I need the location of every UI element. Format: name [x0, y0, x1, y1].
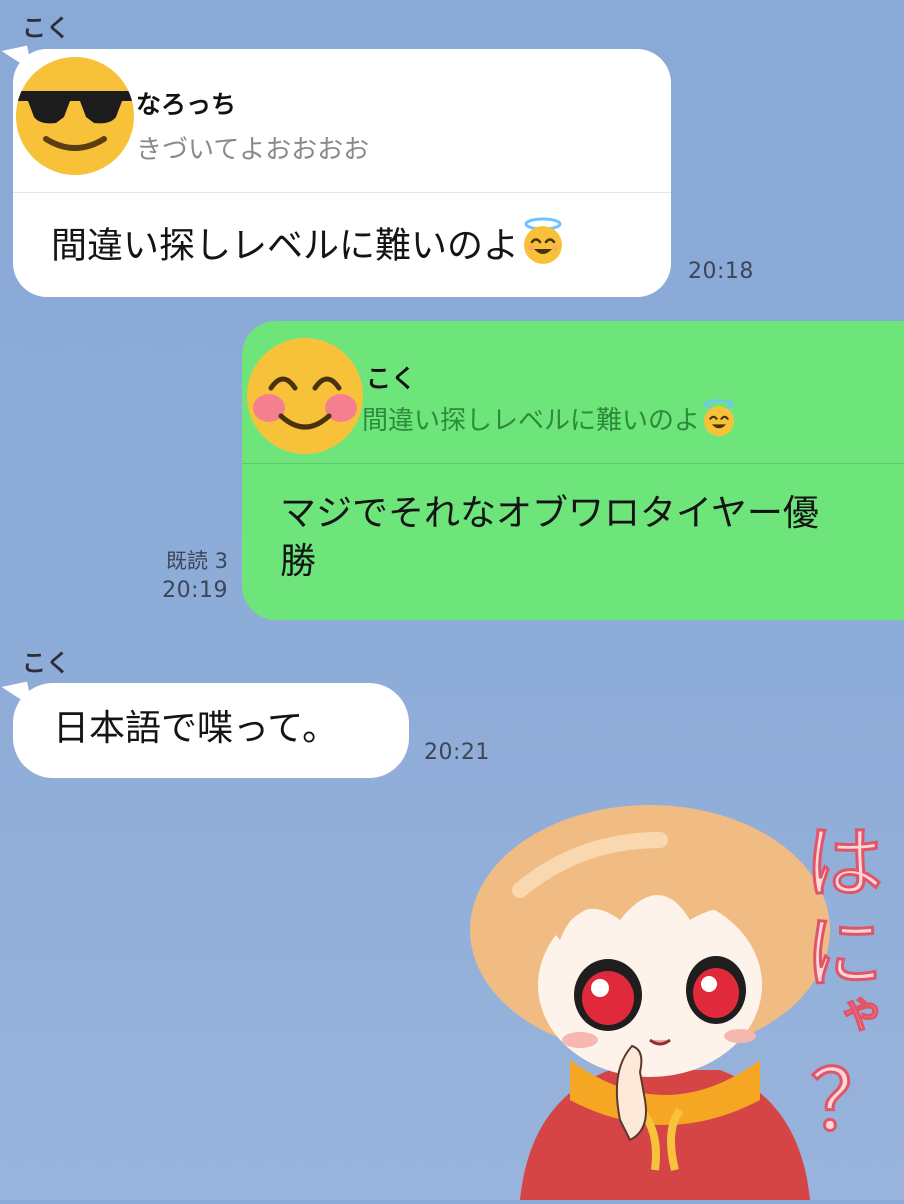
anime-girl-sticker-icon: は に ゃ ？	[470, 805, 896, 1200]
smiling-halo-emoji-icon	[700, 399, 738, 444]
smiling-halo-emoji-icon	[519, 217, 567, 278]
quoted-avatar	[16, 57, 134, 175]
incoming-reply-bubble[interactable]: なろっち きづいてよおおおお 間違い探しレベルに難いのよ	[13, 49, 671, 297]
outgoing-reply-bubble[interactable]: こく 間違い探しレベルに難いのよ マジでそれなオブワロタイヤー優 勝	[242, 321, 904, 620]
message-text: マジでそれなオブワロタイヤー優 勝	[280, 490, 904, 586]
message-time: 20:21	[424, 740, 490, 765]
sticker-char-4: ？	[810, 1052, 894, 1150]
quoted-avatar	[247, 338, 363, 454]
read-receipt: 既読 3 20:19	[130, 546, 228, 606]
message-line-1: マジでそれなオブワロタイヤー優	[280, 493, 819, 534]
message-body: 間違い探しレベルに難いのよ	[51, 225, 520, 267]
message-time: 20:18	[688, 259, 754, 284]
quoted-message-text: 間違い探しレベルに難いのよ	[362, 399, 738, 444]
quoted-message-body: 間違い探しレベルに難いのよ	[362, 406, 701, 436]
quoted-sender-name: なろっち	[136, 90, 237, 119]
blushing-smile-emoji-icon	[247, 338, 363, 454]
message-text: 日本語で喋って。	[53, 708, 339, 749]
sender-name: こく	[22, 649, 70, 677]
sticker-char-3: ゃ	[840, 986, 884, 1037]
quoted-sender-name: こく	[366, 364, 417, 393]
reply-quote[interactable]: こく 間違い探しレベルに難いのよ	[242, 321, 904, 464]
message-time: 20:19	[162, 578, 228, 603]
incoming-message-bubble[interactable]: 日本語で喋って。	[13, 683, 409, 778]
message-line-2: 勝	[280, 541, 317, 582]
sticker[interactable]: は に ゃ ？	[460, 800, 904, 1200]
message-text: 間違い探しレベルに難いのよ	[51, 217, 567, 278]
quoted-message-text: きづいてよおおおお	[136, 135, 370, 165]
sunglasses-emoji-icon	[16, 57, 134, 175]
sender-name: こく	[22, 14, 70, 42]
reply-quote[interactable]: なろっち きづいてよおおおお	[13, 49, 671, 193]
sticker-char-1: は	[805, 819, 883, 909]
read-count: 既読 3	[165, 549, 228, 573]
